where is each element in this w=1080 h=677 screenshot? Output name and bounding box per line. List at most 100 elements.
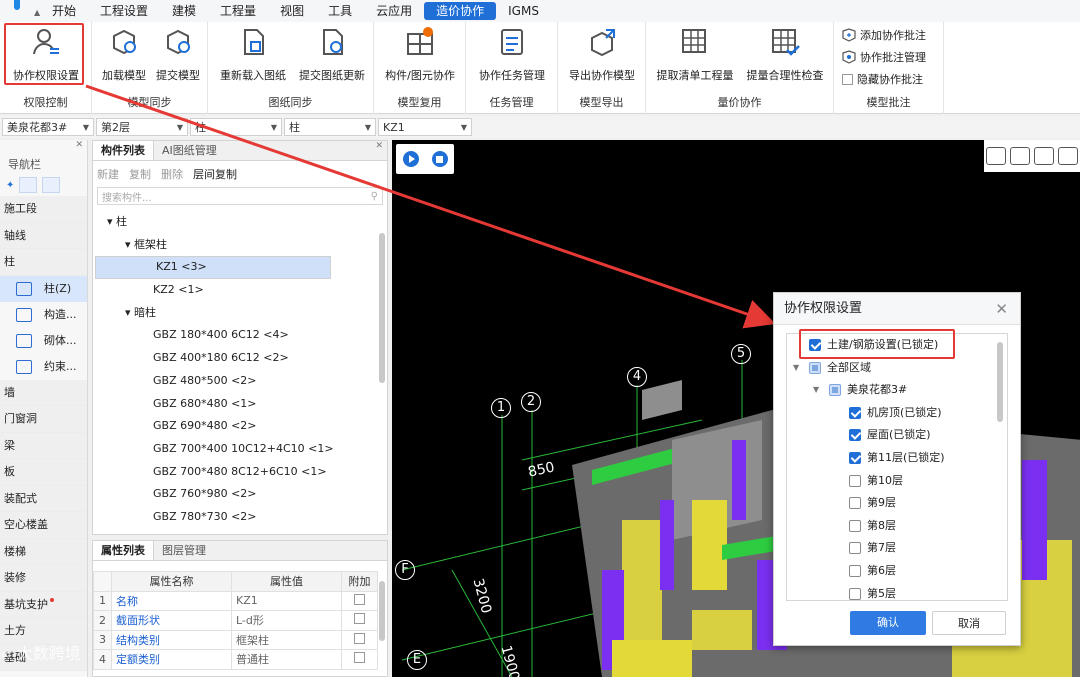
nav-item-decoration[interactable]: 装修 <box>0 565 87 592</box>
submit-model-button[interactable]: 提交模型 <box>152 26 204 84</box>
type-select[interactable]: 柱 ▼ <box>284 118 376 136</box>
component-select[interactable]: KZ1 ▼ <box>378 118 472 136</box>
hide-annotation-checkbox[interactable] <box>842 73 853 85</box>
tree-node-kz1[interactable]: KZ1 <3> <box>95 256 331 280</box>
menu-start[interactable]: 开始 <box>40 2 88 20</box>
menu-modeling[interactable]: 建模 <box>160 2 208 20</box>
close-icon[interactable]: ✕ <box>375 141 383 151</box>
permission-item-building[interactable]: ▼ 美泉花都3# <box>787 379 1007 402</box>
tree-node-hidden-column[interactable]: ▾ 暗柱 <box>93 302 387 325</box>
tree-node-gbz[interactable]: GBZ 480*500 <2> <box>93 370 387 393</box>
table-row[interactable]: 4 定额类别 普通柱 <box>93 649 378 670</box>
checkbox[interactable] <box>849 564 861 577</box>
dialog-scrollbar[interactable] <box>997 342 1003 422</box>
nav-item-wall[interactable]: 墙 <box>0 379 87 406</box>
tree-node-gbz[interactable]: GBZ 760*980 <2> <box>93 483 387 506</box>
annotation-manage-button[interactable]: 协作批注管理 <box>842 47 926 67</box>
menu-igms[interactable]: IGMS <box>496 2 551 20</box>
tree-node-column[interactable]: ▾ 柱 <box>93 211 387 234</box>
tree-node-gbz[interactable]: GBZ 690*480 <2> <box>93 415 387 438</box>
permission-item-floor[interactable]: 屋面(已锁定) <box>787 424 1007 447</box>
pin-icon[interactable]: ✦ <box>6 180 14 191</box>
table-row[interactable]: 1 名称 KZ1 <box>93 590 378 611</box>
permission-item-floor[interactable]: 机房顶(已锁定) <box>787 402 1007 425</box>
close-icon[interactable]: ✕ <box>75 140 83 156</box>
extra-checkbox[interactable] <box>354 652 365 664</box>
nav-sub-column[interactable]: 柱(Z) <box>0 275 87 302</box>
permission-item-floor[interactable]: 第8层 <box>787 515 1007 538</box>
checkbox[interactable] <box>849 451 861 464</box>
tree-node-gbz[interactable]: GBZ 180*400 6C12 <4> <box>93 324 387 347</box>
permission-item-floor[interactable]: 第9层 <box>787 492 1007 515</box>
checkbox[interactable] <box>849 429 861 442</box>
property-value[interactable]: 普通柱 <box>231 649 342 670</box>
hide-annotation-toggle[interactable]: 隐藏协作批注 <box>842 69 923 89</box>
tab-ai-drawing[interactable]: AI图纸管理 <box>154 141 225 160</box>
nav-sub-masonry-column[interactable]: 砌体... <box>0 328 87 354</box>
floor-select[interactable]: 第2层 ▼ <box>96 118 188 136</box>
task-management-button[interactable]: 协作任务管理 <box>472 26 552 84</box>
component-search-input[interactable]: 搜索构件... ⚲ <box>97 187 383 205</box>
tab-layer-management[interactable]: 图层管理 <box>154 541 214 560</box>
list-view-icon[interactable] <box>19 177 38 193</box>
stop-icon[interactable] <box>431 151 448 167</box>
permission-item-all-areas[interactable]: ▼ 全部区域 <box>787 357 1007 380</box>
expand-icon[interactable]: ▼ <box>793 357 799 380</box>
tree-node-frame-column[interactable]: ▾ 框架柱 <box>93 234 387 257</box>
menu-view[interactable]: 视图 <box>268 2 316 20</box>
add-annotation-button[interactable]: 添加协作批注 <box>842 25 926 45</box>
table-row[interactable]: 3 结构类别 框架柱 <box>93 629 378 650</box>
tree-node-gbz[interactable]: GBZ 400*180 6C12 <2> <box>93 347 387 370</box>
permission-item-floor[interactable]: 第10层 <box>787 470 1007 493</box>
menu-cloud[interactable]: 云应用 <box>364 2 424 20</box>
tab-property-list[interactable]: 属性列表 <box>93 541 154 560</box>
tree-node-gbz[interactable]: GBZ 700*480 8C12+6C10 <1> <box>93 461 387 484</box>
menu-quantities[interactable]: 工程量 <box>208 2 268 20</box>
nav-item-axis[interactable]: 轴线 <box>0 222 87 249</box>
nav-item-construction-section[interactable]: 施工段 <box>0 196 87 223</box>
nav-sub-constructional-column[interactable]: 构造... <box>0 302 87 328</box>
tab-component-list[interactable]: 构件列表 <box>93 141 154 160</box>
tree-node-kz2[interactable]: KZ2 <1> <box>93 279 387 302</box>
nav-item-stairs[interactable]: 楼梯 <box>0 538 87 565</box>
menu-cost-collab[interactable]: 造价协作 <box>424 2 497 20</box>
checkbox[interactable] <box>849 497 861 510</box>
extra-checkbox[interactable] <box>354 632 365 644</box>
property-value[interactable]: L-d形 <box>231 610 342 631</box>
nav-sub-restraint-edge[interactable]: 约束... <box>0 354 87 380</box>
menu-project-settings[interactable]: 工程设置 <box>88 2 160 20</box>
delete-component-button[interactable]: 删除 <box>161 166 183 182</box>
extract-quantity-button[interactable]: 提取清单工程量 <box>652 26 738 84</box>
permission-item-floor[interactable]: 第11层(已锁定) <box>787 447 1007 470</box>
floor-copy-button[interactable]: 层间复制 <box>193 166 237 182</box>
cube-rotate-icon[interactable] <box>1034 147 1054 165</box>
nav-item-opening[interactable]: 门窗洞 <box>0 406 87 433</box>
cube-view-icon[interactable] <box>1058 147 1078 165</box>
user-icon[interactable] <box>986 147 1006 165</box>
menu-tools[interactable]: 工具 <box>316 2 364 20</box>
checkbox[interactable] <box>849 542 861 555</box>
nav-item-hollow-floor[interactable]: 空心楼盖 <box>0 512 87 539</box>
nav-item-slab[interactable]: 板 <box>0 459 87 486</box>
app-logo-icon[interactable]: ▲ <box>0 0 40 22</box>
permission-item-floor[interactable]: 第7层 <box>787 537 1007 560</box>
checkbox[interactable] <box>849 587 861 600</box>
checkbox[interactable] <box>809 361 821 374</box>
category-select[interactable]: 柱 ▼ <box>190 118 282 136</box>
extra-checkbox[interactable] <box>354 593 365 605</box>
expand-icon[interactable]: ▼ <box>813 379 819 402</box>
checkbox[interactable] <box>849 519 861 532</box>
table-row[interactable]: 2 截面形状 L-d形 <box>93 610 378 631</box>
checkbox[interactable] <box>849 406 861 419</box>
load-model-button[interactable]: 加载模型 <box>98 26 150 84</box>
close-icon[interactable]: ✕ <box>995 293 1008 325</box>
property-scrollbar[interactable] <box>379 581 385 641</box>
reload-drawing-button[interactable]: 重新载入图纸 <box>216 26 290 84</box>
nav-item-column[interactable]: 柱 <box>0 249 87 276</box>
component-collab-button[interactable]: 构件/图元协作 <box>380 26 460 84</box>
confirm-button[interactable]: 确认 <box>850 611 926 635</box>
permission-item-floor[interactable]: 第5层 <box>787 583 1007 600</box>
building-select[interactable]: 美泉花都3# ▼ <box>2 118 94 136</box>
cancel-button[interactable]: 取消 <box>932 611 1006 635</box>
submit-drawing-button[interactable]: 提交图纸更新 <box>294 26 370 84</box>
